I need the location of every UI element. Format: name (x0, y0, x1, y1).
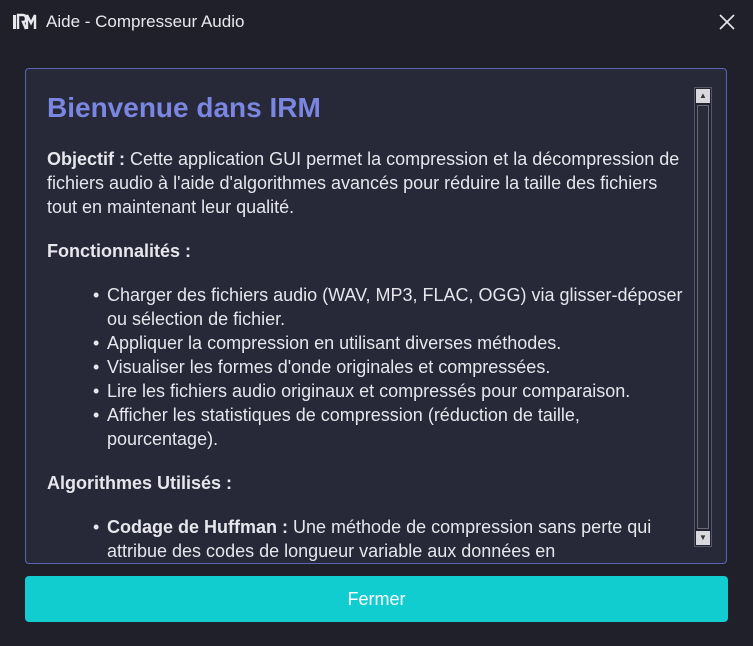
title-bar: Aide - Compresseur Audio (0, 0, 753, 44)
help-text-panel[interactable]: Bienvenue dans IRM Objectif : Cette appl… (25, 68, 727, 564)
algorithm-item: Codage de Huffman : Une méthode de compr… (93, 515, 687, 561)
algorithms-list: Codage de Huffman : Une méthode de compr… (47, 515, 687, 561)
close-button[interactable]: Fermer (25, 576, 728, 622)
algorithm-name: Codage de Huffman : (107, 517, 289, 537)
vertical-scrollbar[interactable]: ▲ ▼ (694, 87, 712, 547)
close-icon[interactable] (715, 10, 739, 34)
objective-paragraph: Objectif : Cette application GUI permet … (47, 147, 687, 219)
features-title: Fonctionnalités : (47, 241, 191, 261)
feature-item: Appliquer la compression en utilisant di… (93, 331, 687, 355)
feature-item: Afficher les statistiques de compression… (93, 403, 687, 451)
window-title: Aide - Compresseur Audio (46, 12, 245, 31)
help-text-area[interactable]: Bienvenue dans IRM Objectif : Cette appl… (47, 91, 687, 561)
scroll-up-arrow-icon[interactable]: ▲ (696, 89, 710, 103)
scroll-down-arrow-icon[interactable]: ▼ (696, 531, 710, 545)
features-list: Charger des fichiers audio (WAV, MP3, FL… (47, 283, 687, 451)
feature-item: Visualiser les formes d'onde originales … (93, 355, 687, 379)
feature-item: Lire les fichiers audio originaux et com… (93, 379, 687, 403)
feature-item: Charger des fichiers audio (WAV, MP3, FL… (93, 283, 687, 331)
irm-logo-icon (12, 12, 38, 32)
objective-text: Cette application GUI permet la compress… (47, 149, 680, 217)
algorithms-title: Algorithmes Utilisés : (47, 473, 233, 493)
help-heading: Bienvenue dans IRM (47, 92, 321, 123)
scroll-track[interactable] (697, 105, 709, 529)
objective-label: Objectif : (47, 149, 126, 169)
